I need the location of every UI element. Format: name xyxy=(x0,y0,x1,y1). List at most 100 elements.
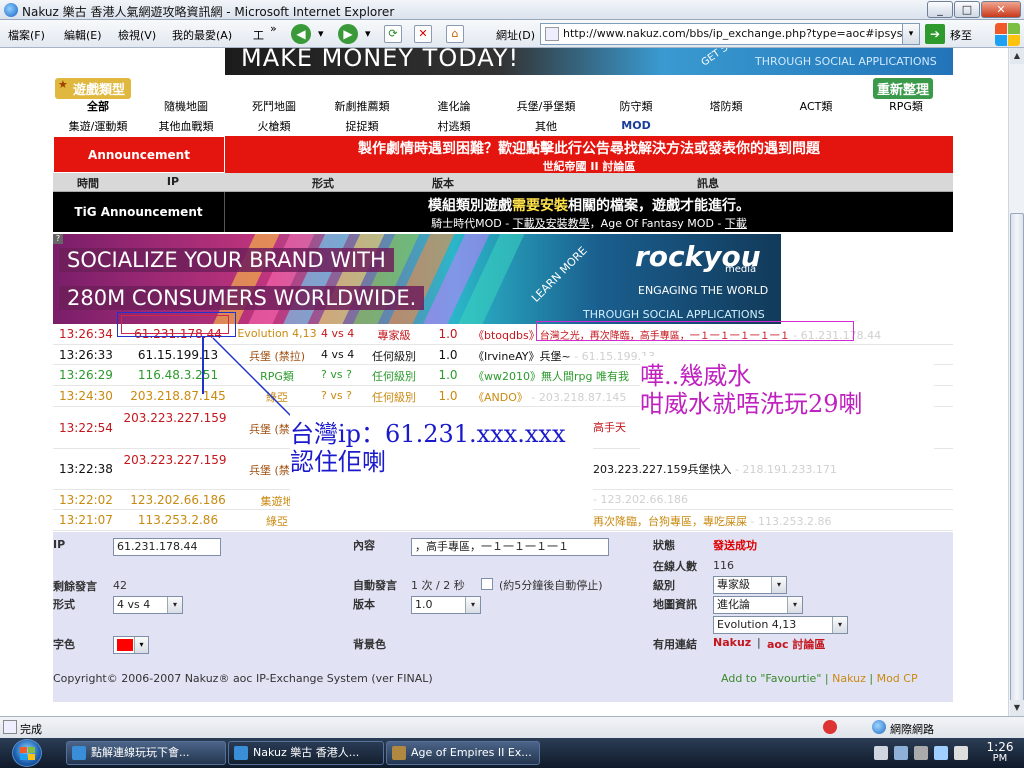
row-message: - 123.202.66.186 xyxy=(593,493,688,506)
scroll-down-icon[interactable]: ▼ xyxy=(1010,700,1024,716)
font-color-select[interactable]: ▾ xyxy=(113,636,149,654)
task-ie-2[interactable]: Nakuz 樂古 香港人... xyxy=(228,741,384,765)
volume-icon[interactable] xyxy=(954,746,968,760)
version-select[interactable]: 1.0 ▾ xyxy=(411,596,481,614)
cat-village-escape[interactable]: 村逃類 xyxy=(409,118,499,134)
row-ip[interactable]: 123.202.66.186 xyxy=(123,493,233,507)
row-level: 任何級別 xyxy=(372,391,416,404)
row-version: 1.0 xyxy=(438,327,458,341)
col-ip: IP xyxy=(166,175,180,188)
vertical-scrollbar[interactable]: ▲ ▼ xyxy=(1008,48,1024,716)
forward-arrow-icon[interactable]: ▶ xyxy=(338,24,358,44)
maximize-button[interactable]: □ xyxy=(954,1,980,18)
refresh-icon[interactable]: ⟳ xyxy=(384,25,402,43)
level-label: 級別 xyxy=(653,579,675,592)
dropdown-arrow-icon[interactable]: ▾ xyxy=(787,597,802,613)
dropdown-arrow-icon[interactable]: ▾ xyxy=(465,597,480,613)
link-nakuz[interactable]: Nakuz xyxy=(713,636,751,649)
mod-cp-link[interactable]: Mod CP xyxy=(877,672,918,685)
start-button[interactable] xyxy=(12,739,42,767)
dropdown-arrow-icon[interactable]: ▾ xyxy=(167,597,182,613)
top-ad-banner[interactable]: MAKE MONEY TODAY! GET S THROUGH SOCIAL A… xyxy=(225,48,953,75)
close-button[interactable]: ✕ xyxy=(981,1,1021,18)
menu-tools[interactable]: 工 xyxy=(253,27,264,43)
cat-sports[interactable]: 集遊/運動類 xyxy=(53,118,143,134)
link-aoc-forum[interactable]: aoc 討論區 xyxy=(767,636,825,652)
cat-defense[interactable]: 防守類 xyxy=(591,98,681,114)
cat-random-map[interactable]: 隨機地圖 xyxy=(141,98,231,114)
map-select[interactable]: Evolution 4,13 ▾ xyxy=(713,616,848,634)
row-level: 專家級 xyxy=(377,329,411,342)
cat-other-battle[interactable]: 其他血戰類 xyxy=(141,118,231,134)
map-category-select[interactable]: 進化論 ▾ xyxy=(713,596,803,614)
row-message: 203.223.227.159兵堡快入 - 218.191.233.171 xyxy=(593,463,837,476)
address-dropdown-icon[interactable]: ▾ xyxy=(902,23,920,45)
security-zone: 網際網路 xyxy=(890,723,934,736)
back-arrow-icon[interactable]: ◀ xyxy=(291,24,311,44)
stop-icon[interactable]: ✕ xyxy=(414,25,432,43)
cat-catch[interactable]: 捉捉類 xyxy=(317,118,407,134)
row-level: 任何級別 xyxy=(372,350,416,363)
tray-app-icon[interactable] xyxy=(894,746,908,760)
cat-mod[interactable]: MOD xyxy=(591,119,681,132)
scroll-thumb[interactable] xyxy=(1010,213,1024,706)
cat-castle[interactable]: 兵堡/爭堡類 xyxy=(501,98,591,114)
refresh-button[interactable]: 重新整理 xyxy=(873,78,934,99)
cat-evolution[interactable]: 進化論 xyxy=(409,98,499,114)
task-aoe[interactable]: Age of Empires II Ex... xyxy=(386,741,540,765)
address-input[interactable]: http://www.nakuz.com/bbs/ip_exchange.php… xyxy=(540,23,920,45)
tray-arrow-icon[interactable] xyxy=(914,746,928,760)
go-arrow-icon[interactable]: ➔ xyxy=(925,24,945,44)
dropdown-arrow-icon[interactable]: ▾ xyxy=(771,577,786,593)
dropdown-arrow-icon[interactable]: ▾ xyxy=(134,637,148,653)
announcement-line2[interactable]: 世紀帝國 II 討論區 xyxy=(225,158,953,174)
announcement-line1[interactable]: 製作劇情時遇到困難？歡迎點擊此行公告尋找解決方法或發表你的遇到問題 xyxy=(225,138,953,158)
cat-rpg[interactable]: RPG類 xyxy=(861,98,951,114)
ad-info-icon[interactable]: ? xyxy=(53,234,63,244)
back-dropdown-icon[interactable]: ▾ xyxy=(318,27,324,40)
add-favourite-link[interactable]: Add to "Favourtie" xyxy=(721,672,821,685)
clock-time: 1:26 xyxy=(986,740,1014,754)
footer-links: Add to "Favourtie" | Nakuz | Mod CP xyxy=(721,672,918,685)
content-input[interactable]: ，高手專區，一１一１一１一１ xyxy=(411,538,609,556)
rock-learn-more[interactable]: LEARN MORE xyxy=(529,244,590,305)
task-ie-1[interactable]: 點解連線玩玩下會... xyxy=(66,741,226,765)
cat-all[interactable]: 全部 xyxy=(53,98,143,114)
rockyou-ad-banner[interactable]: ? SOCIALIZE YOUR BRAND WITH 280M CONSUME… xyxy=(53,234,781,324)
cat-other[interactable]: 其他 xyxy=(501,118,591,134)
tw-line1: 台灣ip：61.231.xxx.xxx xyxy=(290,420,566,448)
auto-post-checkbox[interactable] xyxy=(481,578,493,590)
row-vs: ? vs ? xyxy=(321,389,352,402)
forward-dropdown-icon[interactable]: ▾ xyxy=(365,27,371,40)
cat-act[interactable]: ACT類 xyxy=(771,98,861,114)
menu-more-chevron-icon[interactable]: » xyxy=(270,22,277,35)
level-select[interactable]: 專家級 ▾ xyxy=(713,576,787,594)
scroll-up-icon[interactable]: ▲ xyxy=(1010,48,1024,64)
cat-gunfire[interactable]: 火槍類 xyxy=(229,118,319,134)
dropdown-arrow-icon[interactable]: ▾ xyxy=(832,617,847,633)
ip-input[interactable]: 61.231.178.44 xyxy=(113,538,221,556)
go-button[interactable]: 移至 xyxy=(950,27,972,43)
row-ip[interactable]: 203.223.227.159 xyxy=(123,452,227,468)
menu-view[interactable]: 檢視(V) xyxy=(118,27,156,43)
home-icon[interactable]: ⌂ xyxy=(446,25,464,43)
menu-edit[interactable]: 編輯(E) xyxy=(64,27,102,43)
menu-file[interactable]: 檔案(F) xyxy=(8,27,45,43)
tig-link-download[interactable]: 下載 xyxy=(725,217,747,230)
footer-nakuz-link[interactable]: Nakuz xyxy=(832,672,866,685)
menu-favorites[interactable]: 我的最愛(A) xyxy=(172,27,232,43)
row-ip[interactable]: 113.253.2.86 xyxy=(123,513,233,527)
tig-link-tutorial[interactable]: 下載及安裝教學 xyxy=(513,217,590,230)
announcement-text[interactable]: 製作劇情時遇到困難？歡迎點擊此行公告尋找解決方法或發表你的遇到問題 世紀帝國 I… xyxy=(225,136,953,173)
address-url[interactable]: http://www.nakuz.com/bbs/ip_exchange.php… xyxy=(563,27,914,40)
rock-line2: 280M CONSUMERS WORLDWIDE. xyxy=(59,286,425,310)
keyboard-icon[interactable] xyxy=(874,746,888,760)
cat-deathmatch[interactable]: 死鬥地圖 xyxy=(229,98,319,114)
cat-tower-defense[interactable]: 塔防類 xyxy=(681,98,771,114)
minimize-button[interactable]: _ xyxy=(927,1,953,18)
popup-blocker-icon[interactable] xyxy=(823,720,837,734)
cat-new-scenario[interactable]: 新劇推薦類 xyxy=(317,98,407,114)
clock[interactable]: 1:26 PM xyxy=(980,740,1020,764)
network-icon[interactable] xyxy=(934,746,948,760)
format-select[interactable]: 4 vs 4 ▾ xyxy=(113,596,183,614)
